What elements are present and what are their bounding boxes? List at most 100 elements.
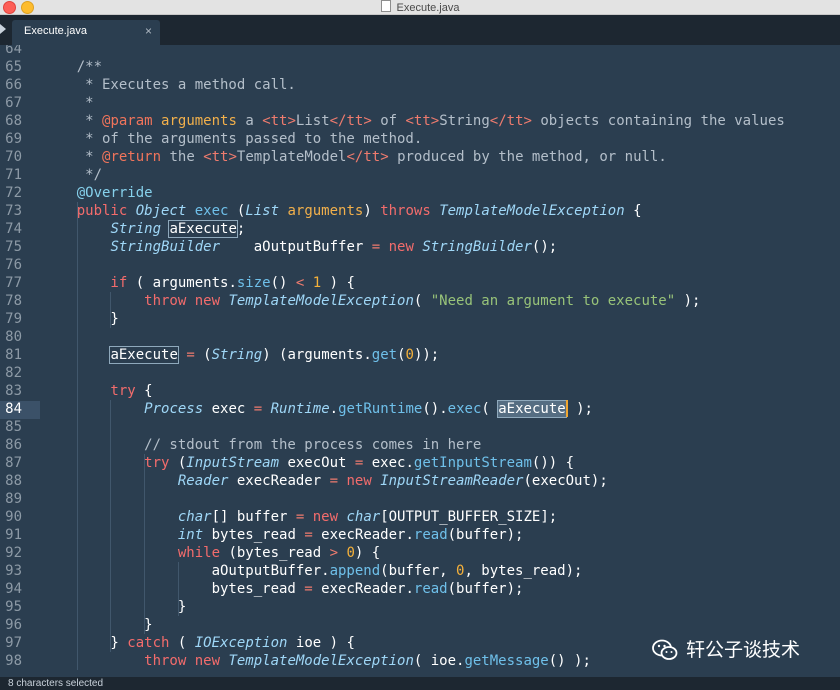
code-token: of — [371, 113, 406, 129]
code-text: @Override — [43, 184, 153, 202]
code-line[interactable]: 91 int bytes_read = execReader.read(buff… — [0, 526, 840, 544]
code-token: execOut — [279, 455, 355, 471]
code-line[interactable]: 79 } — [0, 310, 840, 328]
line-number: 71 — [5, 167, 22, 183]
code-token: (buffer); — [447, 581, 524, 597]
line-number: 68 — [5, 113, 22, 129]
code-text: */ — [43, 166, 102, 184]
code-line[interactable]: 82 — [0, 364, 840, 382]
code-token: ( — [397, 347, 406, 363]
code-token: TemplateModelException — [228, 293, 414, 309]
code-token: ( — [169, 635, 195, 651]
code-line[interactable]: 93 aOutputBuffer.append(buffer, 0, bytes… — [0, 562, 840, 580]
code-line[interactable]: 94 bytes_read = execReader.read(buffer); — [0, 580, 840, 598]
code-line[interactable]: 83 try { — [0, 382, 840, 400]
code-text: int bytes_read = execReader.read(buffer)… — [43, 526, 524, 544]
code-token: = — [304, 527, 313, 543]
code-token: String — [211, 347, 263, 363]
code-token: getInputStream — [413, 455, 532, 471]
code-token: arguments — [287, 203, 364, 219]
code-token: , bytes_read); — [464, 563, 583, 579]
code-line[interactable]: 86 // stdout from the process comes in h… — [0, 436, 840, 454]
sidebar-toggle-icon[interactable] — [0, 24, 6, 34]
code-text: } — [43, 598, 186, 616]
tab-label: Execute.java — [24, 25, 87, 37]
code-line[interactable]: 90 char[] buffer = new char[OUTPUT_BUFFE… — [0, 508, 840, 526]
code-line[interactable]: 81 aExecute = (String) (arguments.get(0)… — [0, 346, 840, 364]
code-text: * @param arguments a <tt>List</tt> of <t… — [43, 112, 785, 130]
code-line[interactable]: 75 StringBuilder aOutputBuffer = new Str… — [0, 238, 840, 256]
code-line[interactable]: 73 public Object exec (List arguments) t… — [0, 202, 840, 220]
code-token: ioe ) { — [287, 635, 355, 651]
code-token: </tt> — [329, 113, 372, 129]
code-token: ; — [236, 221, 246, 237]
code-token: ( — [169, 455, 187, 471]
code-token: List — [245, 203, 280, 219]
code-line[interactable]: 84 Process exec = Runtime.getRuntime().e… — [0, 400, 840, 418]
code-line[interactable]: 71 */ — [0, 166, 840, 184]
code-token: (buffer); — [447, 527, 524, 543]
code-line[interactable]: 87 try (InputStream execOut = exec.getIn… — [0, 454, 840, 472]
code-line[interactable]: 66 * Executes a method call. — [0, 76, 840, 94]
line-number: 87 — [5, 455, 22, 471]
code-line[interactable]: 70 * @return the <tt>TemplateModel</tt> … — [0, 148, 840, 166]
code-token: StringBuilder — [110, 239, 221, 255]
code-line[interactable]: 65 /** — [0, 58, 840, 76]
code-text: try { — [43, 382, 152, 400]
code-line[interactable]: 88 Reader execReader = new InputStreamRe… — [0, 472, 840, 490]
code-line[interactable]: 68 * @param arguments a <tt>List</tt> of… — [0, 112, 840, 130]
line-number: 72 — [5, 185, 22, 201]
line-number: 81 — [5, 347, 22, 363]
code-token: (); — [531, 239, 558, 255]
line-number: 83 — [5, 383, 22, 399]
code-editor[interactable]: 64 65 /** 66 * Executes a method call. 67 *… — [0, 45, 840, 677]
code-token: = — [253, 401, 263, 417]
code-text: String aExecute; — [43, 220, 245, 238]
code-token: new — [312, 509, 347, 525]
code-line[interactable]: 74 String aExecute; — [0, 220, 840, 238]
code-token: * — [43, 149, 103, 165]
code-text: bytes_read = execReader.read(buffer); — [43, 580, 524, 598]
code-line[interactable]: 72 @Override — [0, 184, 840, 202]
code-text: public Object exec (List arguments) thro… — [43, 202, 642, 220]
code-line[interactable]: 95 } — [0, 598, 840, 616]
code-line[interactable]: 69 * of the arguments passed to the meth… — [0, 130, 840, 148]
code-line[interactable]: 67 * — [0, 94, 840, 112]
code-line[interactable]: 77 if ( arguments.size() < 1 ) { — [0, 274, 840, 292]
highlighted-token: aExecute — [109, 346, 179, 364]
code-token: 1 — [312, 275, 322, 291]
line-number: 89 — [5, 491, 22, 507]
tab-execute-java[interactable]: Execute.java × — [12, 20, 160, 45]
code-line[interactable]: 80 — [0, 328, 840, 346]
code-token: /** — [43, 59, 103, 75]
line-number: 96 — [5, 617, 22, 633]
code-token: */ — [43, 167, 103, 183]
code-token: catch — [127, 635, 170, 651]
code-line[interactable]: 85 — [0, 418, 840, 436]
line-number: 79 — [5, 311, 22, 327]
code-token: a — [236, 113, 263, 129]
code-token: ) — [363, 203, 381, 219]
code-token: read — [413, 581, 448, 597]
line-number: 88 — [5, 473, 22, 489]
code-line[interactable]: 78 throw new TemplateModelException( "Ne… — [0, 292, 840, 310]
code-text: Reader execReader = new InputStreamReade… — [43, 472, 608, 490]
selected-token: aExecute — [497, 400, 567, 418]
code-token: while — [43, 545, 221, 561]
code-token: IOException — [194, 635, 288, 651]
code-line[interactable]: 76 — [0, 256, 840, 274]
code-line[interactable]: 92 while (bytes_read > 0) { — [0, 544, 840, 562]
tab-close-icon[interactable]: × — [145, 24, 152, 38]
document-icon — [380, 0, 391, 12]
code-line[interactable]: 64 — [0, 45, 840, 58]
code-text: while (bytes_read > 0) { — [43, 544, 380, 562]
code-token: > — [329, 545, 339, 561]
code-token: try — [43, 383, 136, 399]
code-line[interactable]: 89 — [0, 490, 840, 508]
code-token: // stdout from the process comes in here — [43, 437, 482, 453]
code-token: ( — [413, 293, 431, 309]
